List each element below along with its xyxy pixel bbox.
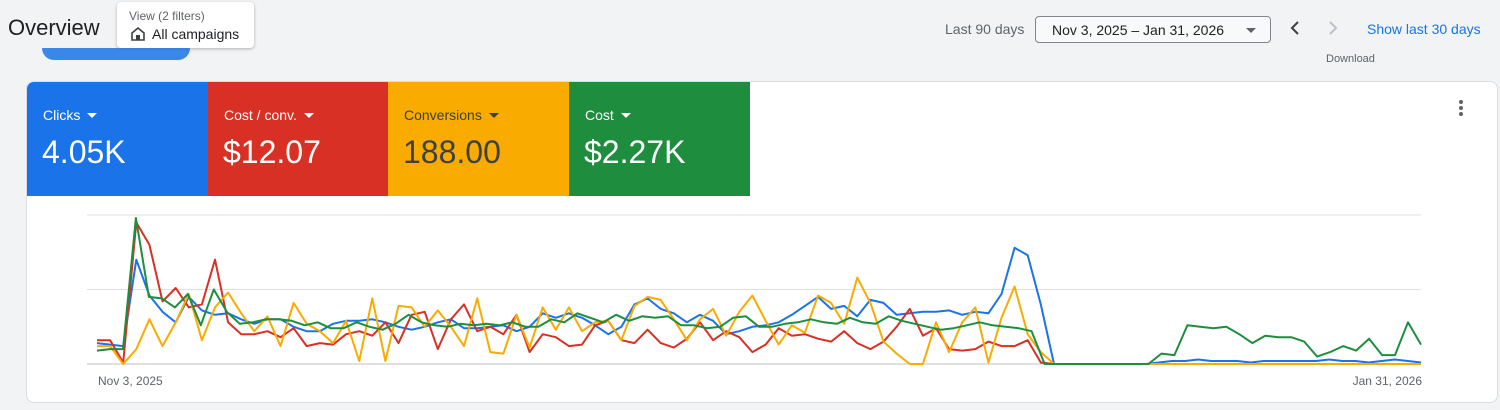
x-axis-start-label: Nov 3, 2025 [98,374,163,388]
overview-chart-card: Clicks 4.05K Cost / conv. $12.07 Convers… [26,81,1498,403]
date-range-value: Nov 3, 2025 – Jan 31, 2026 [1052,22,1225,38]
series-line-cost-conv- [97,221,1421,365]
line-chart: Nov 3, 2025 Jan 31, 2026 [87,214,1423,388]
download-label[interactable]: Download [1326,53,1375,65]
series-line-conversions [97,276,1421,365]
dropdown-caret-icon [1246,28,1256,33]
x-axis-end-label: Jan 31, 2026 [1353,374,1423,388]
show-last-30-days-link[interactable]: Show last 30 days [1367,21,1481,37]
series-line-cost [96,217,1422,365]
previous-period-button[interactable] [1282,14,1310,42]
view-filter-chip[interactable]: View (2 filters) All campaigns [117,2,254,48]
date-range-label: Last 90 days [945,21,1025,37]
page-title: Overview [8,15,100,40]
date-range-select[interactable]: Nov 3, 2025 – Jan 31, 2026 [1035,16,1271,43]
partial-button[interactable] [42,48,190,60]
view-filter-value: All campaigns [152,26,240,42]
next-period-button[interactable] [1318,14,1346,42]
top-bar: Overview View (2 filters) All campaigns … [0,0,1500,58]
store-icon [131,26,145,41]
view-filter-label: View (2 filters) [129,9,205,23]
